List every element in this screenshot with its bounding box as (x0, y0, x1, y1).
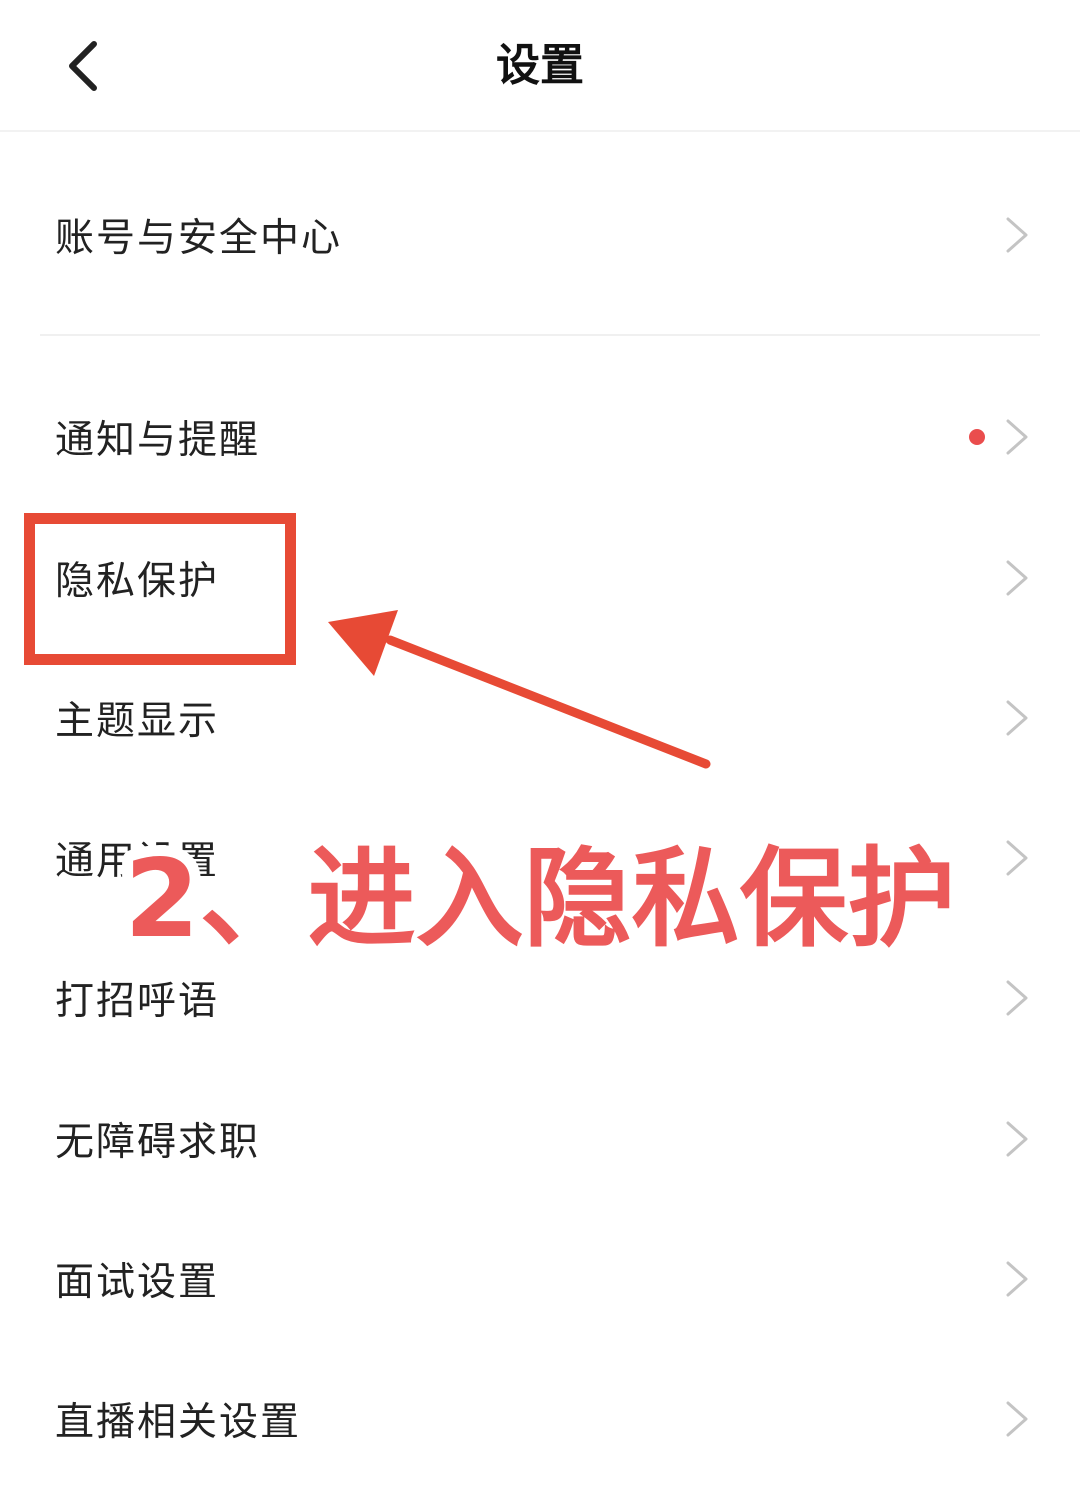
menu-item-accessibility[interactable]: 无障碍求职 (0, 1069, 1080, 1209)
chevron-right-icon (1002, 696, 1032, 740)
menu-item-notifications[interactable]: 通知与提醒 (0, 367, 1080, 507)
menu-item-label: 面试设置 (55, 1260, 220, 1305)
menu-item-privacy[interactable]: 隐私保护 (0, 508, 1080, 648)
menu-item-label: 隐私保护 (55, 559, 220, 604)
chevron-right-icon (1002, 1117, 1032, 1161)
chevron-right-icon (1002, 1257, 1032, 1301)
chevron-right-icon (1002, 1397, 1032, 1441)
menu-item-label: 打招呼语 (55, 979, 220, 1024)
menu-item-greetings[interactable]: 打招呼语 (0, 928, 1080, 1068)
menu-item-label: 主题显示 (55, 699, 220, 744)
chevron-right-icon (1002, 415, 1032, 459)
menu-item-label: 账号与安全中心 (55, 216, 343, 261)
chevron-right-icon (1002, 213, 1032, 257)
section-divider (40, 334, 1040, 336)
unread-badge (969, 429, 985, 445)
menu-item-account-security[interactable]: 账号与安全中心 (0, 165, 1080, 305)
chevron-right-icon (1002, 976, 1032, 1020)
menu-item-label: 直播相关设置 (55, 1400, 302, 1445)
menu-item-live-stream[interactable]: 直播相关设置 (0, 1349, 1080, 1489)
menu-item-general[interactable]: 通用设置 (0, 788, 1080, 928)
chevron-right-icon (1002, 836, 1032, 880)
menu-item-theme[interactable]: 主题显示 (0, 648, 1080, 788)
menu-item-interview[interactable]: 面试设置 (0, 1209, 1080, 1349)
menu-item-label: 通用设置 (55, 839, 220, 884)
menu-item-label: 通知与提醒 (55, 418, 261, 463)
chevron-right-icon (1002, 556, 1032, 600)
page-title: 设置 (496, 40, 584, 91)
menu-item-label: 无障碍求职 (55, 1120, 261, 1165)
header-bar: 设置 (0, 0, 1080, 132)
